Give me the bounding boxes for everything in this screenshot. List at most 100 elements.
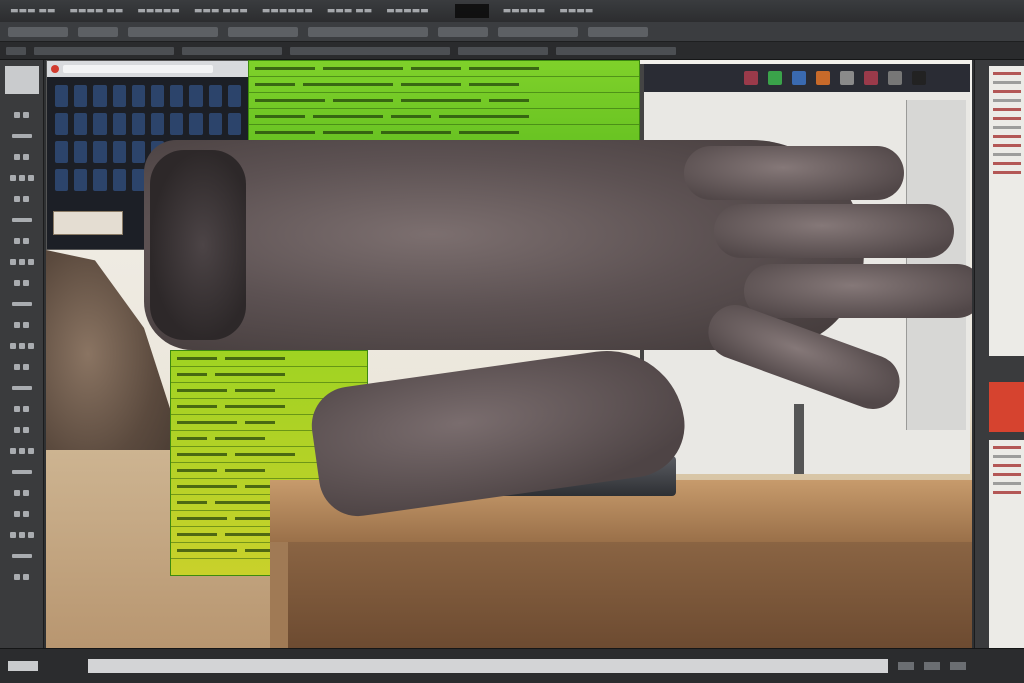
gradient-tool-icon[interactable]: [7, 277, 37, 289]
layer-row[interactable]: [993, 135, 1021, 138]
property-row[interactable]: [993, 491, 1021, 494]
tab[interactable]: [290, 46, 450, 55]
menu-item[interactable]: ▬▬▬ ▬▬: [10, 6, 55, 16]
tile[interactable]: [189, 85, 203, 107]
properties-panel[interactable]: [989, 440, 1024, 650]
tile[interactable]: [74, 113, 88, 135]
pinterest-icon[interactable]: [744, 71, 758, 85]
type-tool-icon[interactable]: [7, 319, 37, 331]
eraser-tool-icon[interactable]: [7, 256, 37, 268]
tile[interactable]: [93, 141, 107, 163]
property-row[interactable]: [993, 455, 1021, 458]
address-bar[interactable]: [63, 65, 213, 73]
option-control[interactable]: [588, 26, 648, 37]
tile[interactable]: [208, 113, 222, 135]
app-orange-icon[interactable]: [816, 71, 830, 85]
tile[interactable]: [150, 113, 165, 135]
horizontal-scrollbar[interactable]: [88, 659, 888, 673]
tile[interactable]: [208, 85, 222, 107]
status-control-icon[interactable]: [950, 662, 966, 670]
tile[interactable]: [131, 113, 145, 135]
tile[interactable]: [112, 85, 126, 107]
layers-panel[interactable]: [989, 66, 1024, 356]
menu-highlight[interactable]: [454, 4, 489, 18]
tab[interactable]: [458, 46, 548, 55]
layer-row[interactable]: [993, 81, 1021, 84]
crop-tool-icon[interactable]: [7, 172, 37, 184]
color-panel[interactable]: [989, 382, 1024, 432]
app-red-icon[interactable]: [864, 71, 878, 85]
tile[interactable]: [227, 113, 241, 135]
color-swatch[interactable]: [4, 66, 39, 94]
property-row[interactable]: [993, 473, 1021, 476]
option-control[interactable]: [128, 26, 218, 37]
screen-mode-icon[interactable]: [7, 571, 37, 583]
tile[interactable]: [131, 85, 145, 107]
nav-tool-icon[interactable]: [7, 508, 37, 520]
marquee-tool-icon[interactable]: [7, 130, 37, 142]
app-green-icon[interactable]: [768, 71, 782, 85]
facebook-icon[interactable]: [792, 71, 806, 85]
history-tool-icon[interactable]: [7, 487, 37, 499]
tile[interactable]: [74, 85, 88, 107]
tile[interactable]: [150, 85, 165, 107]
move-tool-icon[interactable]: [7, 109, 37, 121]
settings-tool-icon[interactable]: [7, 550, 37, 562]
tile[interactable]: [74, 169, 88, 191]
tile[interactable]: [55, 113, 69, 135]
document-canvas[interactable]: [46, 60, 972, 648]
layer-row[interactable]: [993, 108, 1021, 111]
property-row[interactable]: [993, 464, 1021, 467]
property-row[interactable]: [993, 446, 1021, 449]
lasso-tool-icon[interactable]: [7, 151, 37, 163]
tile[interactable]: [74, 141, 88, 163]
tile[interactable]: [112, 169, 126, 191]
status-control-icon[interactable]: [924, 662, 940, 670]
tile[interactable]: [55, 141, 69, 163]
layer-row[interactable]: [993, 117, 1021, 120]
menu-item[interactable]: ▬▬▬ ▬▬▬: [194, 6, 248, 16]
tile[interactable]: [55, 169, 69, 191]
property-row[interactable]: [993, 482, 1021, 485]
browser-thumbnail[interactable]: [53, 211, 123, 235]
tab[interactable]: [6, 46, 26, 55]
status-control-icon[interactable]: [898, 662, 914, 670]
tile[interactable]: [189, 113, 203, 135]
mask-tool-icon[interactable]: [7, 445, 37, 457]
path-tool-icon[interactable]: [7, 340, 37, 352]
menu-item[interactable]: ▬▬▬▬▬: [503, 6, 546, 16]
layer-row[interactable]: [993, 90, 1021, 93]
layer-row[interactable]: [993, 153, 1021, 156]
layer-row[interactable]: [993, 72, 1021, 75]
option-control[interactable]: [308, 26, 428, 37]
hand-tool-icon[interactable]: [7, 382, 37, 394]
option-control[interactable]: [498, 26, 578, 37]
tile[interactable]: [112, 141, 126, 163]
layer-tool-icon[interactable]: [7, 424, 37, 436]
tab[interactable]: [556, 46, 676, 55]
tab[interactable]: [182, 46, 282, 55]
tile[interactable]: [170, 85, 184, 107]
tile[interactable]: [170, 113, 184, 135]
option-control[interactable]: [8, 26, 68, 37]
layer-row[interactable]: [993, 144, 1021, 147]
menu-item[interactable]: ▬▬▬▬▬▬: [262, 6, 313, 16]
menu-item[interactable]: ▬▬▬▬▬: [137, 6, 180, 16]
app-bird-icon[interactable]: [888, 71, 902, 85]
adjust-tool-icon[interactable]: [7, 466, 37, 478]
brush-tool-icon[interactable]: [7, 214, 37, 226]
tile[interactable]: [93, 113, 107, 135]
shape-tool-icon[interactable]: [7, 361, 37, 373]
tile[interactable]: [93, 169, 107, 191]
app-dark-icon[interactable]: [912, 71, 926, 85]
option-control[interactable]: [228, 26, 298, 37]
layer-row[interactable]: [993, 162, 1021, 165]
zoom-field[interactable]: [8, 661, 38, 671]
tile[interactable]: [112, 113, 126, 135]
menu-item[interactable]: ▬▬▬▬ ▬▬: [69, 6, 123, 16]
tile[interactable]: [227, 85, 241, 107]
eyedropper-tool-icon[interactable]: [7, 193, 37, 205]
tile[interactable]: [93, 85, 107, 107]
pen-tool-icon[interactable]: [7, 298, 37, 310]
tile[interactable]: [131, 169, 145, 191]
